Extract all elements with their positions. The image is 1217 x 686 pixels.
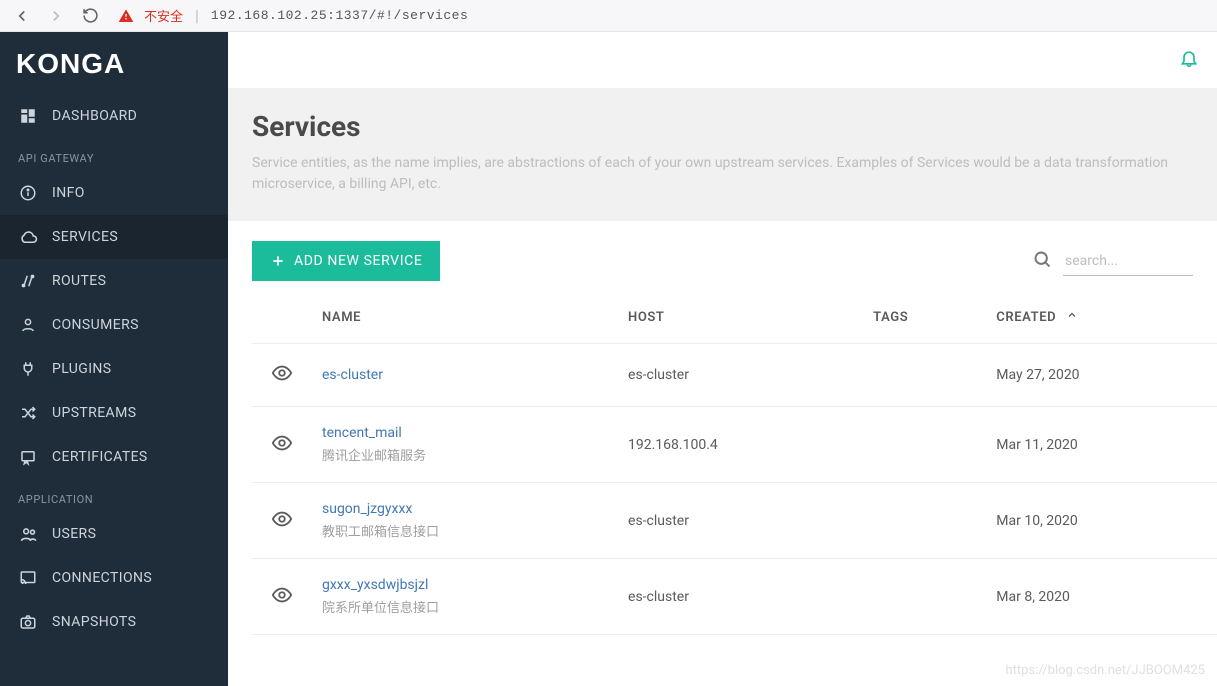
col-tags[interactable]: TAGS: [863, 291, 986, 344]
sidebar-item-consumers[interactable]: CONSUMERS: [0, 303, 228, 347]
sidebar-item-services[interactable]: SERVICES: [0, 215, 228, 259]
sidebar-item-upstreams[interactable]: UPSTREAMS: [0, 391, 228, 435]
search-input[interactable]: [1063, 247, 1193, 276]
table-row[interactable]: tencent_mail 腾讯企业邮箱服务 192.168.100.4 Mar 11,…: [252, 407, 1217, 483]
service-created: May 27, 2020: [986, 344, 1217, 407]
insecure-icon: [118, 8, 134, 24]
insecure-label: 不安全: [144, 6, 183, 25]
col-created[interactable]: CREATED: [986, 291, 1217, 344]
logo: KONGA: [0, 40, 228, 94]
info-icon: [18, 183, 38, 203]
page-header: Services Service entities, as the name i…: [228, 88, 1217, 221]
service-tags: [863, 483, 986, 559]
sidebar-item-label: USERS: [52, 526, 96, 542]
sidebar-item-label: DASHBOARD: [52, 108, 137, 124]
notifications-icon[interactable]: [1179, 48, 1199, 72]
sidebar-item-label: INFO: [52, 185, 85, 201]
sidebar-item-connections[interactable]: CONNECTIONS: [0, 556, 228, 600]
service-name[interactable]: es-cluster: [322, 367, 608, 383]
url-text[interactable]: 192.168.102.25:1337/#!/services: [211, 8, 468, 23]
sidebar-item-info[interactable]: INFO: [0, 171, 228, 215]
page-title: Services: [252, 110, 1193, 143]
sidebar-item-label: CERTIFICATES: [52, 449, 148, 465]
table-row[interactable]: es-cluster es-cluster May 27, 2020: [252, 344, 1217, 407]
sort-asc-icon: [1066, 310, 1078, 325]
service-tags: [863, 344, 986, 407]
page-description: Service entities, as the name implies, a…: [252, 153, 1193, 195]
col-host[interactable]: HOST: [618, 291, 863, 344]
shuffle-icon: [18, 403, 38, 423]
service-tags: [863, 407, 986, 483]
sidebar-item-label: SERVICES: [52, 229, 118, 245]
sidebar-section-api: API GATEWAY: [0, 138, 228, 171]
browser-bar: 不安全 | 192.168.102.25:1337/#!/services: [0, 0, 1217, 32]
sidebar-item-label: ROUTES: [52, 273, 106, 289]
plus-icon: [270, 253, 286, 269]
service-host: es-cluster: [618, 483, 863, 559]
cast-icon: [18, 568, 38, 588]
topbar: [228, 32, 1217, 88]
service-created: Mar 11, 2020: [986, 407, 1217, 483]
person-icon: [18, 315, 38, 335]
sidebar-section-application: APPLICATION: [0, 479, 228, 512]
service-created: Mar 10, 2020: [986, 483, 1217, 559]
search-icon[interactable]: [1032, 249, 1053, 274]
sidebar: KONGA DASHBOARD API GATEWAY INFO SERVICE…: [0, 32, 228, 686]
routes-icon: [18, 271, 38, 291]
plug-icon: [18, 359, 38, 379]
table-row[interactable]: sugon_jzgyxxx 教职工邮箱信息接口 es-cluster Mar 10, …: [252, 483, 1217, 559]
sidebar-item-certificates[interactable]: CERTIFICATES: [0, 435, 228, 479]
sidebar-item-label: CONNECTIONS: [52, 570, 152, 586]
service-name[interactable]: sugon_jzgyxxx: [322, 501, 608, 517]
forward-button[interactable]: [42, 2, 70, 30]
users-icon: [18, 524, 38, 544]
service-host: es-cluster: [618, 344, 863, 407]
sidebar-item-dashboard[interactable]: DASHBOARD: [0, 94, 228, 138]
service-host: es-cluster: [618, 559, 863, 635]
visibility-icon[interactable]: [271, 594, 293, 610]
main-content: Services Service entities, as the name i…: [228, 32, 1217, 686]
col-name[interactable]: NAME: [312, 291, 618, 344]
reload-button[interactable]: [76, 2, 104, 30]
visibility-icon[interactable]: [271, 442, 293, 458]
sidebar-item-label: CONSUMERS: [52, 317, 139, 333]
table-row[interactable]: gxxx_yxsdwjbsjzl 院系所单位信息接口 es-cluster Mar 8…: [252, 559, 1217, 635]
sidebar-item-label: SNAPSHOTS: [52, 614, 136, 630]
sidebar-item-plugins[interactable]: PLUGINS: [0, 347, 228, 391]
services-table: NAME HOST TAGS CREATED es-clusteres-clus…: [252, 291, 1217, 635]
service-subtitle: 院系所单位信息接口: [322, 597, 608, 616]
sidebar-item-label: UPSTREAMS: [52, 405, 136, 421]
service-name[interactable]: gxxx_yxsdwjbsjzl: [322, 577, 608, 593]
back-button[interactable]: [8, 2, 36, 30]
dashboard-icon: [18, 106, 38, 126]
visibility-icon[interactable]: [271, 372, 293, 388]
toolbar: ADD NEW SERVICE: [228, 241, 1217, 291]
sidebar-item-snapshots[interactable]: SNAPSHOTS: [0, 600, 228, 644]
add-new-service-button[interactable]: ADD NEW SERVICE: [252, 241, 440, 281]
visibility-icon[interactable]: [271, 518, 293, 534]
badge-icon: [18, 447, 38, 467]
cloud-icon: [18, 227, 38, 247]
sidebar-item-users[interactable]: USERS: [0, 512, 228, 556]
camera-icon: [18, 612, 38, 632]
service-created: Mar 8, 2020: [986, 559, 1217, 635]
service-subtitle: 腾讯企业邮箱服务: [322, 445, 608, 464]
service-subtitle: 教职工邮箱信息接口: [322, 521, 608, 540]
service-host: 192.168.100.4: [618, 407, 863, 483]
sidebar-item-label: PLUGINS: [52, 361, 112, 377]
sidebar-item-routes[interactable]: ROUTES: [0, 259, 228, 303]
service-name[interactable]: tencent_mail: [322, 425, 608, 441]
service-tags: [863, 559, 986, 635]
